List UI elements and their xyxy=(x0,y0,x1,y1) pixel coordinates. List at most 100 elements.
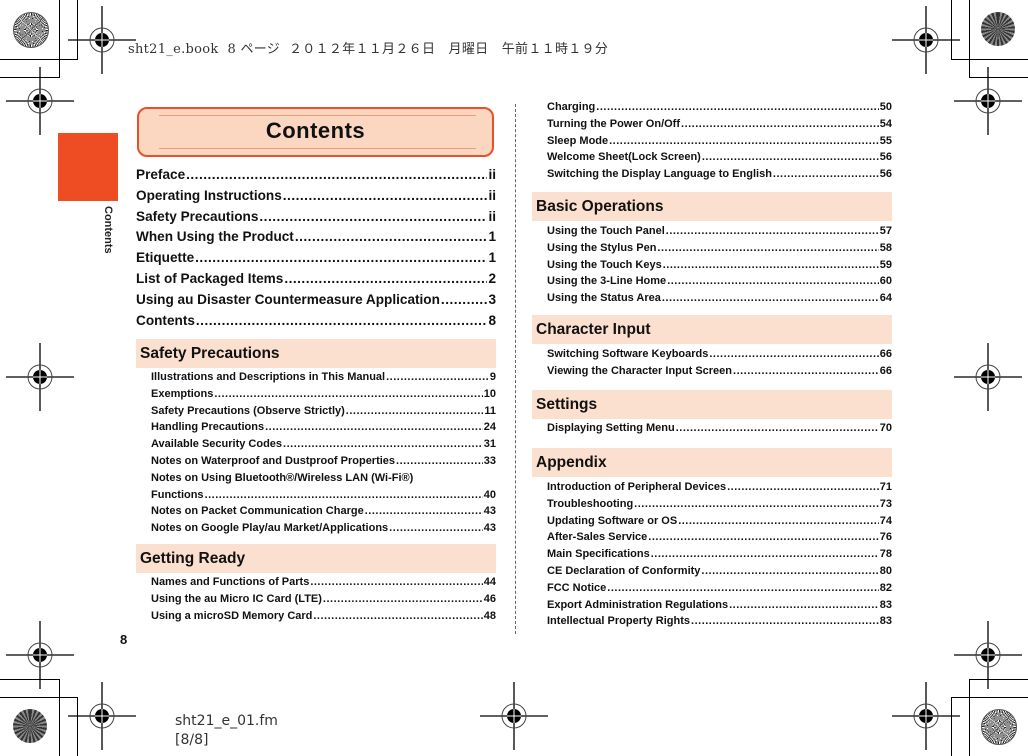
toc-entry-title: Illustrations and Descriptions in This M… xyxy=(151,371,386,383)
section-heading-safety: Safety Precautions xyxy=(136,339,496,368)
toc-entry[interactable]: Using au Disaster Countermeasure Applica… xyxy=(136,292,496,313)
dot-leader xyxy=(365,505,483,517)
toc-entry[interactable]: Export Administration Regulations 83 xyxy=(547,599,892,616)
toc-entry[interactable]: Contents 8 xyxy=(136,313,496,334)
dot-leader xyxy=(214,388,482,400)
toc-entry[interactable]: After-Sales Service 76 xyxy=(547,531,892,548)
section-heading-basic-operations: Basic Operations xyxy=(532,192,892,221)
dot-leader xyxy=(259,209,487,224)
title-rule xyxy=(159,115,476,116)
toc-entry[interactable]: Using the Stylus Pen 58 xyxy=(547,242,892,259)
toc-entry-page: 43 xyxy=(483,505,496,518)
toc-entry-page: 10 xyxy=(483,387,496,400)
toc-entry[interactable]: Updating Software or OS 74 xyxy=(547,515,892,532)
toc-entry[interactable]: Using the Touch Keys 59 xyxy=(547,259,892,276)
print-footer: sht21_e_01.fm [8/8] xyxy=(175,712,278,750)
toc-entry[interactable]: Names and Functions of Parts 44 xyxy=(151,576,496,593)
toc-entry[interactable]: Introduction of Peripheral Devices 71 xyxy=(547,481,892,498)
dot-leader xyxy=(295,229,488,244)
footer-filename: sht21_e_01.fm xyxy=(175,713,278,729)
toc-entry[interactable]: FCC Notice 82 xyxy=(547,582,892,599)
toc-entry[interactable]: Sleep Mode 55 xyxy=(547,135,892,152)
toc-entry-title: Viewing the Character Input Screen xyxy=(547,364,733,377)
toc-entry-title: Operating Instructions xyxy=(136,187,282,203)
toc-entry[interactable]: Viewing the Character Input Screen 66 xyxy=(547,365,892,382)
toc-entry[interactable]: List of Packaged Items 2 xyxy=(136,271,496,292)
toc-entry[interactable]: When Using the Product 1 xyxy=(136,229,496,250)
dot-leader xyxy=(691,615,879,627)
toc-entry[interactable]: Switching Software Keyboards 66 xyxy=(547,348,892,365)
toc-entry-title: Switching Software Keyboards xyxy=(547,348,709,360)
registration-mark-icon xyxy=(953,342,1023,412)
toc-entry[interactable]: Available Security Codes 31 xyxy=(151,438,496,455)
toc-entry[interactable]: Notes on Packet Communication Charge 43 xyxy=(151,505,496,522)
section-tab-label: Contents xyxy=(102,206,114,254)
toc-entry-title: Using the Stylus Pen xyxy=(547,241,657,254)
toc-entry[interactable]: Functions 40 xyxy=(151,489,496,506)
toc-entry-page: 11 xyxy=(484,404,496,417)
toc-section-getting-ready-cont: Charging 50 Turning the Power On/Off 54 Slee… xyxy=(547,101,892,185)
toc-entry-title: Using the 3-Line Home xyxy=(547,275,667,288)
toc-entry[interactable]: Notes on Using Bluetooth®/Wireless LAN (… xyxy=(151,472,496,489)
toc-entry-title: Welcome Sheet(Lock Screen) xyxy=(547,151,701,164)
toc-entry[interactable]: Notes on Google Play/au Market/Applicati… xyxy=(151,522,496,539)
toc-entry[interactable]: Charging 50 xyxy=(547,101,892,118)
toc-entry[interactable]: CE Declaration of Conformity 80 xyxy=(547,565,892,582)
registration-mark-icon xyxy=(67,681,137,751)
toc-entry-title: After-Sales Service xyxy=(547,531,648,544)
toc-entry[interactable]: Troubleshooting 73 xyxy=(547,498,892,515)
toc-entry[interactable]: Using the Status Area 64 xyxy=(547,292,892,309)
registration-mark-icon xyxy=(953,620,1023,690)
toc-entry[interactable]: Using the Touch Panel 57 xyxy=(547,225,892,242)
toc-entry-page: ii xyxy=(488,167,496,182)
toc-entry-page: 60 xyxy=(879,275,892,288)
toc-entry[interactable]: Preface ii xyxy=(136,167,496,188)
dot-leader xyxy=(195,250,487,265)
dot-leader xyxy=(651,548,879,560)
toc-entry[interactable]: Handling Precautions 24 xyxy=(151,421,496,438)
toc-entry-title: Main Specifications xyxy=(547,548,650,561)
toc-entry-title: Handling Precautions xyxy=(151,421,265,434)
toc-entry-title: Introduction of Peripheral Devices xyxy=(547,481,727,493)
toc-entry-title: Charging xyxy=(547,101,596,113)
toc-entry[interactable]: Main Specifications 78 xyxy=(547,548,892,565)
toc-entry-page: 64 xyxy=(879,292,892,305)
toc-entry[interactable]: Notes on Waterproof and Dustproof Proper… xyxy=(151,455,496,472)
toc-entry-page: 57 xyxy=(879,225,892,237)
toc-entry[interactable]: Using the au Micro IC Card (LTE) 46 xyxy=(151,593,496,610)
toc-entry[interactable]: Displaying Setting Menu 70 xyxy=(547,422,892,439)
section-heading-getting-ready: Getting Ready xyxy=(136,544,496,573)
dot-leader xyxy=(662,292,879,304)
toc-entry[interactable]: Safety Precautions (Observe Strictly) 11 xyxy=(151,405,496,422)
toc-entry[interactable]: Using the 3-Line Home 60 xyxy=(547,275,892,292)
toc-entry[interactable]: Safety Precautions ii xyxy=(136,209,496,230)
toc-section-basic-operations: Using the Touch Panel 57 Using the Stylus … xyxy=(547,225,892,309)
toc-entry[interactable]: Operating Instructions ii xyxy=(136,188,496,209)
dot-leader xyxy=(596,101,878,113)
toc-entry-title: FCC Notice xyxy=(547,581,607,594)
column-divider xyxy=(515,104,516,634)
toc-entry-page: 80 xyxy=(879,564,892,577)
toc-entry[interactable]: Etiquette 1 xyxy=(136,250,496,271)
toc-entry[interactable]: Welcome Sheet(Lock Screen) 56 xyxy=(547,151,892,168)
page-number: 8 xyxy=(120,632,128,647)
toc-entry-page: 59 xyxy=(879,258,892,271)
toc-entry[interactable]: Illustrations and Descriptions in This M… xyxy=(151,371,496,388)
toc-entry-title: Updating Software or OS xyxy=(547,514,678,527)
toc-entry[interactable]: Turning the Power On/Off 54 xyxy=(547,118,892,135)
dot-leader xyxy=(386,371,489,383)
toc-entry-title: Export Administration Regulations xyxy=(547,598,729,611)
dot-leader xyxy=(310,576,482,588)
toc-entry[interactable]: Intellectual Property Rights 83 xyxy=(547,615,892,632)
toc-entry[interactable]: Using a microSD Memory Card 48 xyxy=(151,610,496,627)
toc-entry-title: When Using the Product xyxy=(136,229,294,245)
toc-entry-title: Using the Touch Panel xyxy=(547,225,665,237)
toc-entry[interactable]: Switching the Display Language to Englis… xyxy=(547,168,892,185)
toc-entry-page: 1 xyxy=(488,250,496,266)
toc-entry-page: 24 xyxy=(483,421,496,434)
toc-entry-page: 3 xyxy=(488,291,496,307)
registration-mark-icon xyxy=(5,66,75,136)
toc-entry-title: Functions xyxy=(151,488,204,501)
dot-leader xyxy=(663,259,879,271)
toc-entry[interactable]: Exemptions 10 xyxy=(151,388,496,405)
